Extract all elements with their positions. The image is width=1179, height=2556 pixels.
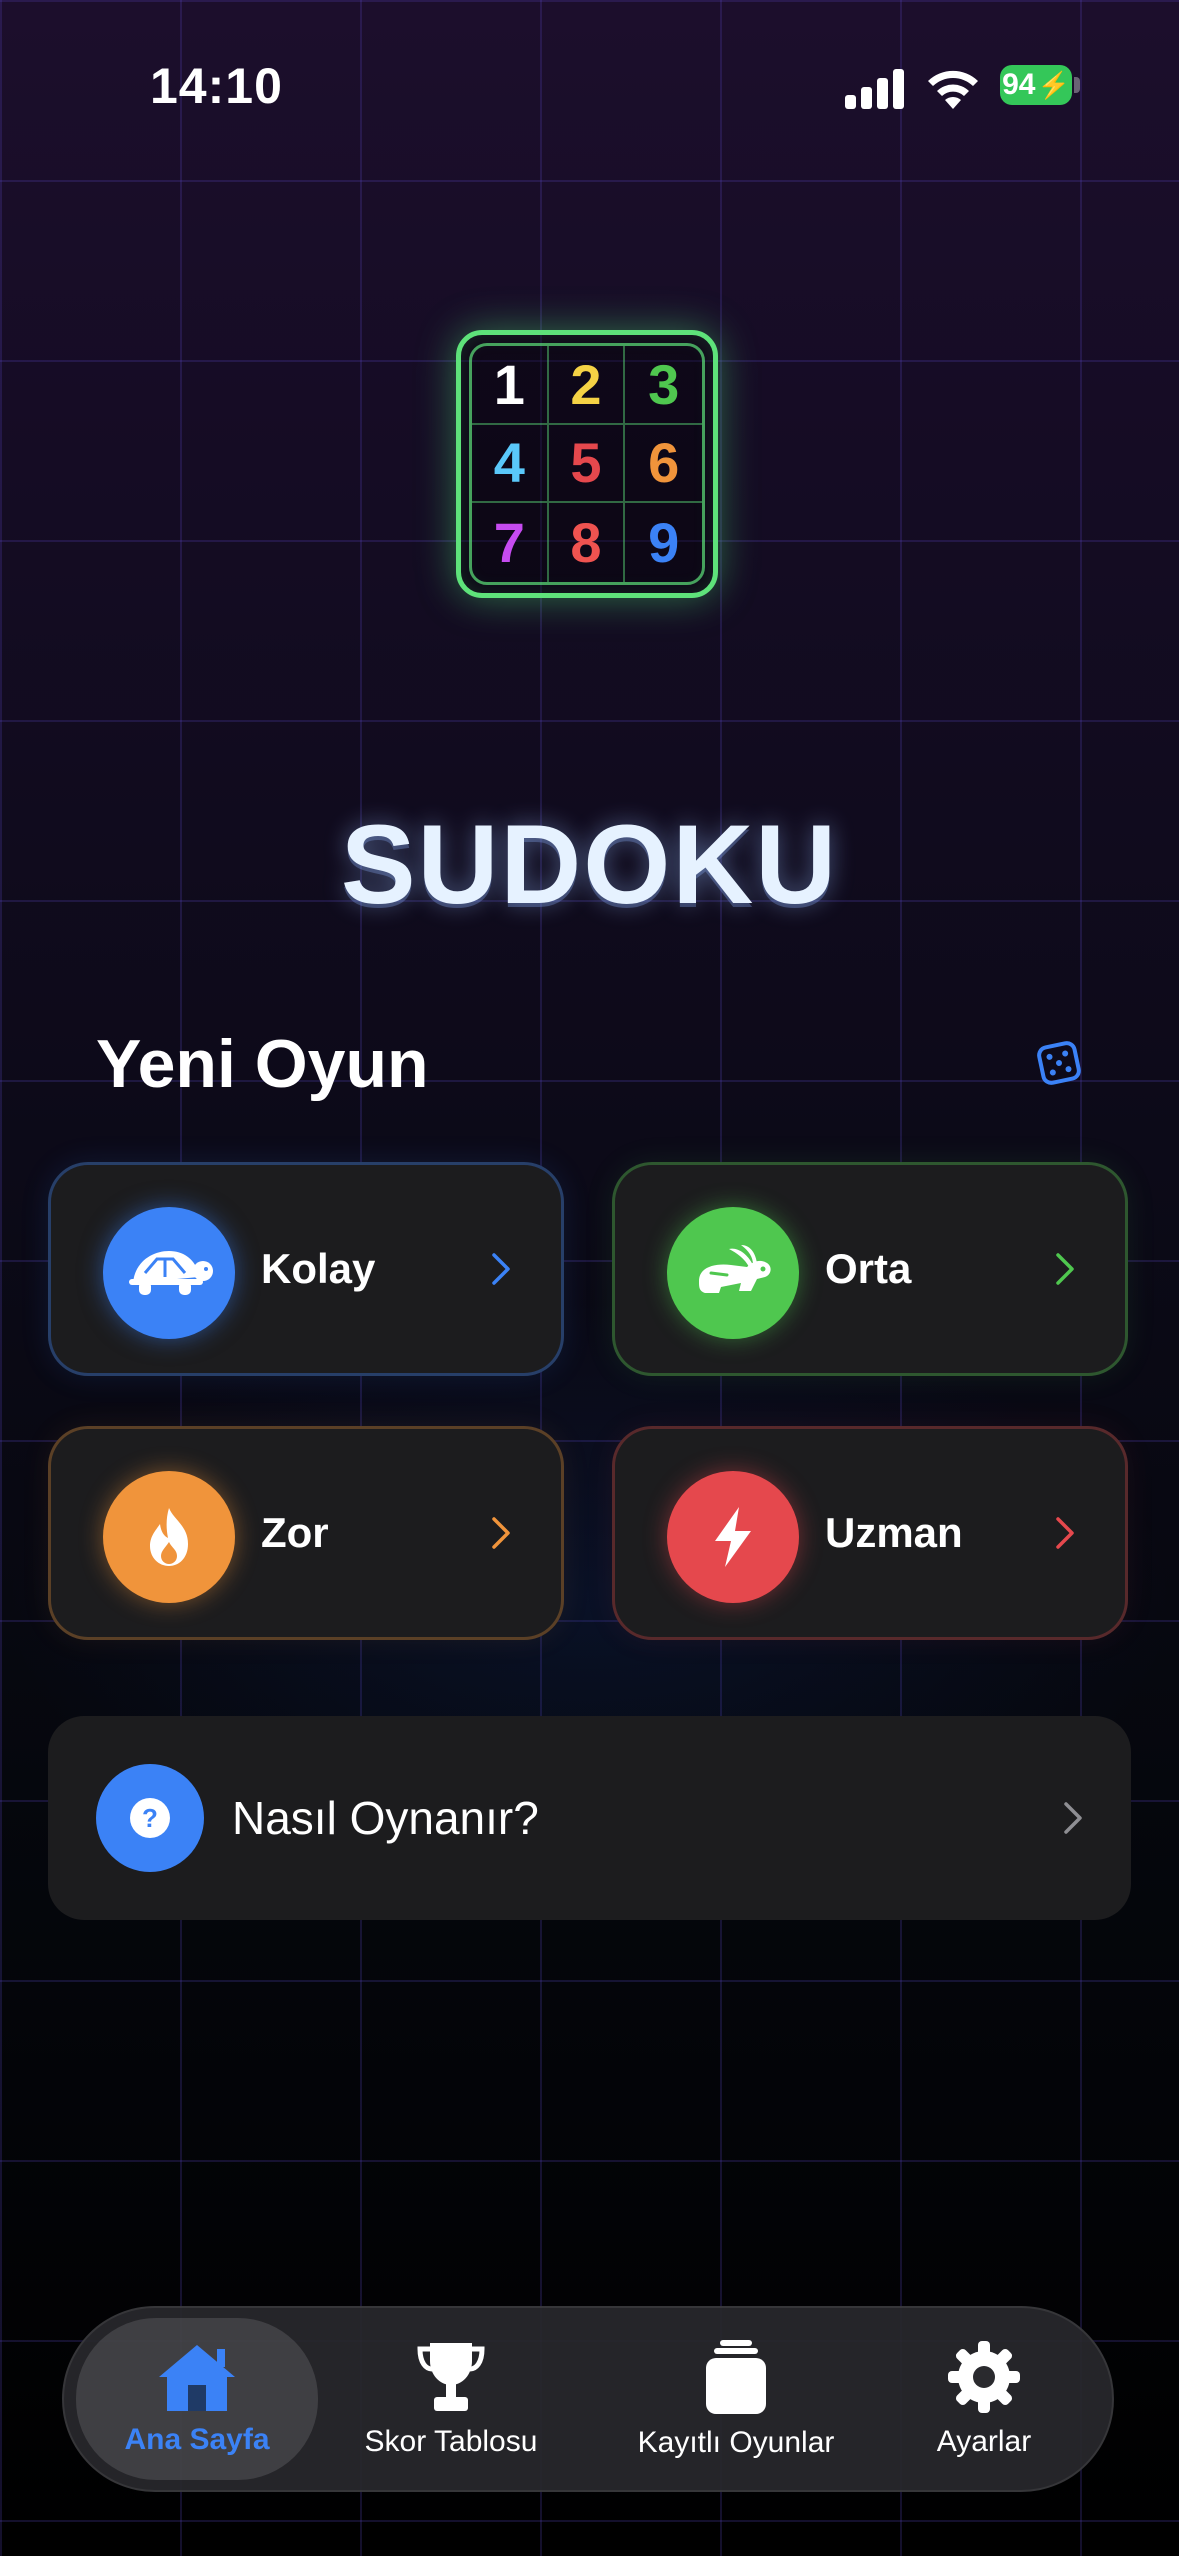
logo-cell: 3	[625, 346, 702, 425]
tab-label: Kayıtlı Oyunlar	[637, 2426, 835, 2459]
tab-bar: Ana Sayfa Skor Tablosu Kayıtlı Oyunlar A…	[62, 2306, 1114, 2492]
logo-cell: 9	[648, 511, 680, 575]
difficulty-medium-button[interactable]: Orta	[612, 1162, 1128, 1376]
how-to-play-label: Nasıl Oynanır?	[232, 1792, 539, 1844]
chevron-right-icon	[1055, 1165, 1075, 1373]
rabbit-icon	[667, 1207, 799, 1339]
new-game-heading: Yeni Oyun	[96, 1026, 429, 1102]
difficulty-expert-button[interactable]: Uzman	[612, 1426, 1128, 1640]
logo-cell: 8	[549, 503, 626, 582]
status-bar: 14:10 94 ⚡	[0, 55, 1179, 115]
turtle-icon	[103, 1207, 235, 1339]
saved-games-icon	[706, 2340, 766, 2414]
tab-settings[interactable]: Ayarlar	[894, 2318, 1074, 2480]
sudoku-logo: 1 2 3 4 5 6 7 8 9	[456, 330, 718, 598]
battery-cap	[1074, 77, 1080, 93]
tab-leaderboard[interactable]: Skor Tablosu	[326, 2318, 576, 2480]
wifi-icon	[928, 70, 978, 109]
status-time: 14:10	[150, 58, 283, 114]
chevron-right-icon	[491, 1165, 511, 1373]
logo-cell: 4	[472, 424, 549, 504]
chevron-right-icon	[491, 1429, 511, 1637]
app-title: SUDOKU	[340, 802, 839, 927]
tab-label: Ayarlar	[936, 2425, 1032, 2458]
logo-cell: 2	[548, 346, 626, 425]
logo-grid: 1 2 3 4 5 6 7 8 9	[469, 343, 705, 585]
tab-label: Ana Sayfa	[124, 2423, 270, 2456]
gear-icon	[948, 2341, 1020, 2413]
flame-icon	[103, 1471, 235, 1603]
logo-cell: 6	[625, 425, 702, 504]
difficulty-easy-button[interactable]: Kolay	[48, 1162, 564, 1376]
signal-icon	[845, 69, 904, 109]
chevron-right-icon	[1063, 1716, 1083, 1920]
difficulty-label: Zor	[261, 1509, 329, 1556]
chevron-right-icon	[1055, 1429, 1075, 1637]
logo-cell: 1	[472, 346, 549, 425]
battery-level: 94	[1002, 68, 1036, 101]
trophy-icon	[417, 2343, 485, 2411]
logo-cell: 5	[548, 424, 626, 504]
battery-charging-icon: 94 ⚡	[1000, 65, 1072, 105]
difficulty-hard-button[interactable]: Zor	[48, 1426, 564, 1640]
difficulty-label: Uzman	[825, 1509, 963, 1556]
question-icon: ?	[96, 1764, 204, 1872]
dice-icon[interactable]	[1036, 1040, 1082, 1086]
difficulty-label: Kolay	[261, 1245, 376, 1292]
house-icon	[159, 2345, 235, 2411]
difficulty-label: Orta	[825, 1245, 912, 1292]
how-to-play-button[interactable]: ? Nasıl Oynanır?	[48, 1716, 1131, 1920]
logo-cell: 7	[472, 503, 549, 582]
tab-home[interactable]: Ana Sayfa	[76, 2318, 318, 2480]
tab-saved-games[interactable]: Kayıtlı Oyunlar	[596, 2318, 876, 2480]
svg-text:?: ?	[142, 1803, 158, 1833]
tab-label: Skor Tablosu	[364, 2425, 538, 2458]
bolt-icon	[667, 1471, 799, 1603]
